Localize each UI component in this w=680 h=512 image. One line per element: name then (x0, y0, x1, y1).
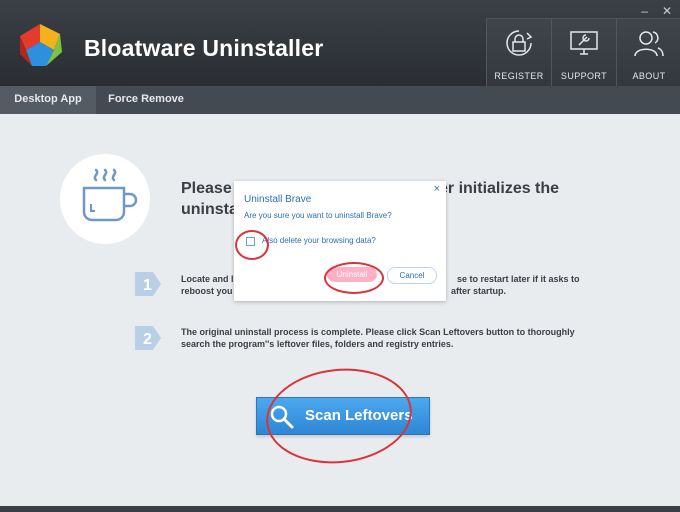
about-label: ABOUT (632, 71, 666, 81)
coffee-cup-icon (82, 168, 138, 222)
dialog-cancel-button[interactable]: Cancel (387, 267, 437, 284)
register-label: REGISTER (494, 71, 544, 81)
delete-browsing-data-label: Also delete your browsing data? (262, 236, 376, 245)
monitor-wrench-icon (570, 31, 598, 55)
register-button[interactable]: REGISTER (486, 18, 552, 87)
step-1-number: 1 (143, 277, 152, 294)
app-header: Bloatware Uninstaller – ✕ REGISTER SUPPO… (0, 0, 680, 87)
minimize-button[interactable]: – (641, 4, 648, 18)
tab-force-remove[interactable]: Force Remove (96, 86, 196, 114)
step-1-badge: 1 (135, 272, 161, 296)
app-title: Bloatware Uninstaller (84, 35, 324, 61)
dialog-question: Are you sure you want to uninstall Brave… (244, 211, 392, 220)
dialog-close-icon[interactable]: × (434, 183, 440, 195)
heading-line1: Please (181, 180, 232, 197)
step-2-text: The original uninstall process is comple… (181, 327, 575, 349)
step-2-number: 2 (143, 331, 152, 348)
about-button[interactable]: ABOUT (616, 18, 680, 87)
annotation-oval-uninstall (324, 262, 384, 294)
support-button[interactable]: SUPPORT (551, 18, 617, 87)
window-controls: – ✕ (641, 4, 672, 18)
lock-refresh-icon (506, 30, 533, 56)
annotation-oval-checkbox (235, 230, 269, 260)
app-logo-icon (20, 24, 62, 66)
close-window-button[interactable]: ✕ (662, 4, 672, 18)
dialog-title: Uninstall Brave (244, 194, 312, 205)
support-label: SUPPORT (560, 71, 608, 81)
tab-bar: Desktop App Force Remove (0, 86, 680, 116)
tab-desktop-app[interactable]: Desktop App (0, 86, 96, 116)
bottom-bar (0, 506, 680, 512)
status-illustration (60, 154, 150, 244)
step-2-badge: 2 (135, 326, 161, 350)
user-group-icon (634, 31, 664, 57)
